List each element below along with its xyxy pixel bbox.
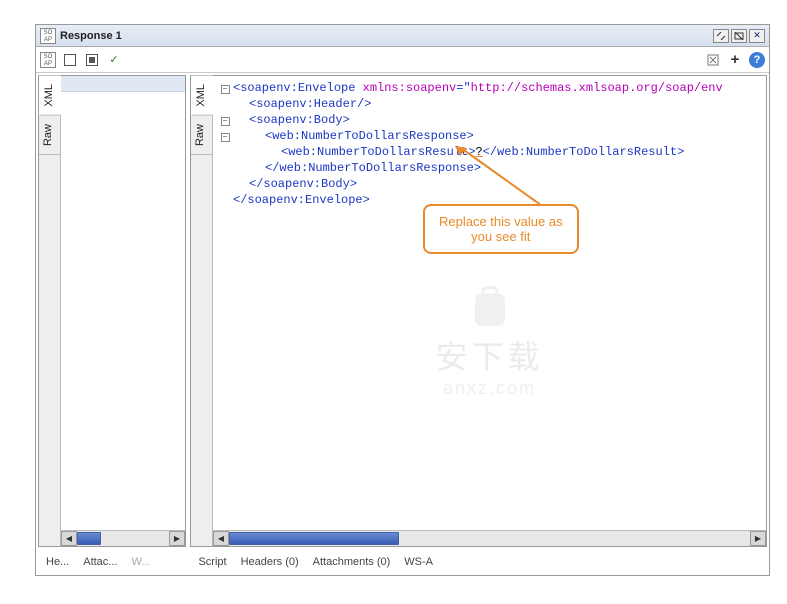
add-button[interactable]: + — [727, 52, 743, 68]
placeholder-value[interactable]: ? — [475, 145, 482, 159]
scroll-left-button[interactable]: ◀ — [213, 531, 229, 546]
tab-wsa[interactable]: WS-A — [404, 556, 433, 568]
tab-attachments[interactable]: Attachments (0) — [313, 556, 391, 568]
restore-small-button[interactable] — [713, 29, 729, 43]
left-scrollbar[interactable]: ◀ ▶ — [61, 530, 185, 546]
left-pane: XML Raw ◀ ▶ — [38, 75, 186, 547]
help-button[interactable]: ? — [749, 52, 765, 68]
right-tab-raw[interactable]: Raw — [191, 116, 212, 155]
right-pane: XML Raw −<soapenv:Envelope xmlns:soapenv… — [190, 75, 767, 547]
right-scrollbar[interactable]: ◀ ▶ — [213, 530, 766, 546]
create-test-icon[interactable] — [705, 52, 721, 68]
expand-icon[interactable] — [62, 52, 78, 68]
right-tab-xml[interactable]: XML — [191, 76, 213, 116]
left-tab-xml[interactable]: XML — [39, 76, 61, 116]
scroll-left-button[interactable]: ◀ — [61, 531, 77, 546]
scroll-thumb[interactable] — [229, 532, 399, 545]
tab-attachments-left[interactable]: Attac... — [83, 556, 117, 568]
close-button[interactable]: ✕ — [749, 29, 765, 43]
tab-header[interactable]: He... — [46, 556, 69, 568]
scroll-thumb[interactable] — [77, 532, 101, 545]
toolbar: SOAP ✓ + ? — [36, 47, 769, 73]
tab-script[interactable]: Script — [198, 556, 226, 568]
left-list — [61, 76, 185, 530]
maximize-button[interactable] — [731, 29, 747, 43]
list-item[interactable] — [61, 76, 185, 92]
titlebar: SOAP Response 1 ✕ — [36, 25, 769, 47]
soap-icon: SOAP — [40, 28, 56, 44]
fold-icon[interactable]: − — [221, 117, 230, 126]
window-title: Response 1 — [60, 30, 122, 42]
validate-icon[interactable]: ✓ — [106, 52, 122, 68]
fold-icon[interactable]: − — [221, 133, 230, 142]
xml-content[interactable]: −<soapenv:Envelope xmlns:soapenv="http:/… — [213, 76, 766, 530]
tab-headers[interactable]: Headers (0) — [241, 556, 299, 568]
callout-box: Replace this value as you see fit — [423, 204, 579, 254]
tab-ws[interactable]: W... — [131, 556, 150, 568]
left-tab-raw[interactable]: Raw — [39, 116, 60, 155]
fold-icon[interactable]: − — [221, 85, 230, 94]
bottom-tabs: He... Attac... W... Script Headers (0) A… — [36, 549, 769, 575]
scroll-right-button[interactable]: ▶ — [169, 531, 185, 546]
soap-toolbar-icon[interactable]: SOAP — [40, 52, 56, 68]
collapse-icon[interactable] — [84, 52, 100, 68]
response-window: SOAP Response 1 ✕ SOAP ✓ + ? XML Raw — [35, 24, 770, 576]
scroll-right-button[interactable]: ▶ — [750, 531, 766, 546]
